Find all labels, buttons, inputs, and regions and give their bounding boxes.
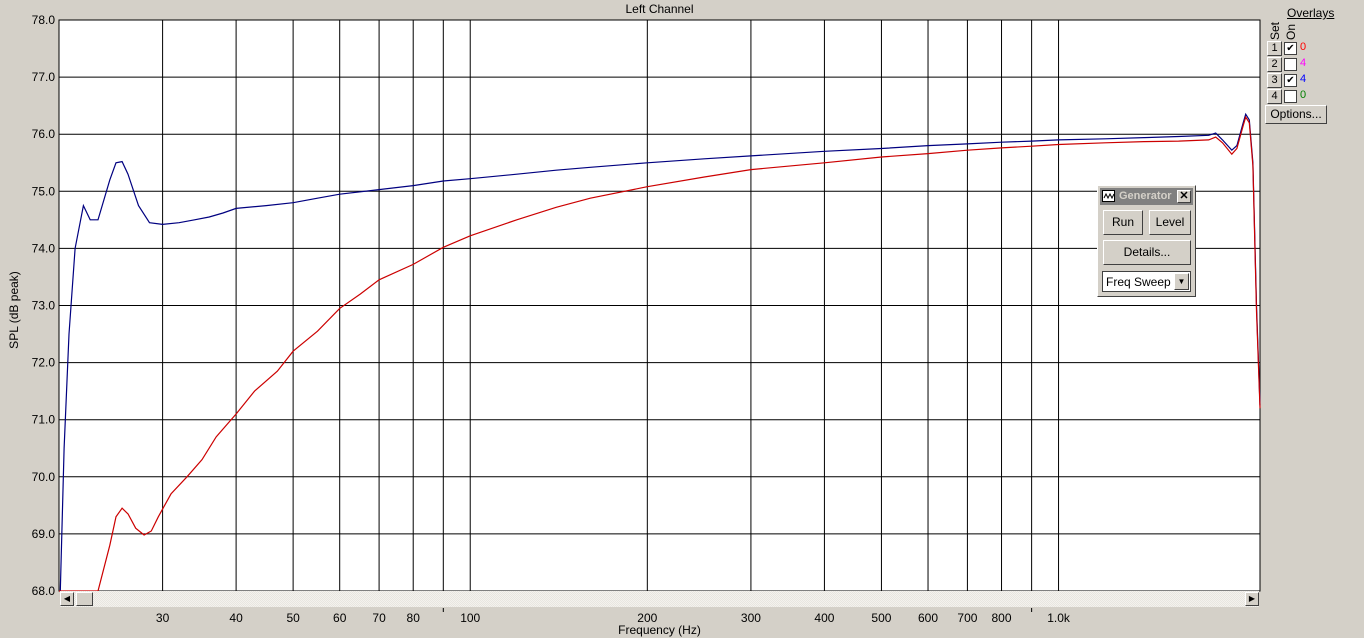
y-tick-label: 75.0 [32,184,56,198]
check-icon: ✔ [1286,75,1295,86]
overlay-set-button[interactable]: 3 [1267,73,1282,88]
y-axis-label: SPL (dB peak) [7,271,21,349]
overlay-on-checkbox[interactable] [1284,90,1297,103]
chevron-down-icon[interactable]: ▼ [1174,273,1189,290]
details-button[interactable]: Details... [1103,240,1191,265]
run-button[interactable]: Run [1103,210,1143,235]
y-tick-label: 69.0 [32,527,56,541]
level-button[interactable]: Level [1149,210,1191,235]
overlay-value: 0 [1300,41,1307,53]
waveform-icon [1102,190,1115,202]
scroll-left-button[interactable]: ◀ [60,592,74,606]
plot-area: 68.0 69.0 70.0 71.0 72.0 73.0 74.0 75.0 76.0 77.0… [32,13,1261,625]
overlay-on-header: On [1284,23,1298,40]
check-icon: ✔ [1286,43,1295,54]
sweep-mode-select[interactable]: Freq Sweep ▼ [1102,271,1191,292]
y-tick-label: 68.0 [32,584,56,598]
overlay-value: 0 [1300,89,1307,101]
y-tick-label: 71.0 [32,413,56,427]
x-axis-label: Frequency (Hz) [618,623,701,637]
overlay-set-button[interactable]: 1 [1267,41,1282,56]
scroll-thumb[interactable] [76,592,93,606]
y-tick-labels: 68.0 69.0 70.0 71.0 72.0 73.0 74.0 75.0 76.0 77.0… [32,13,56,598]
y-tick-label: 74.0 [32,241,56,255]
y-tick-label: 72.0 [32,356,56,370]
close-icon[interactable]: ✕ [1177,190,1191,203]
overlay-set-button[interactable]: 4 [1267,89,1282,104]
overlay-set-header: Set [1268,21,1282,40]
y-tick-label: 76.0 [32,127,56,141]
scroll-left-icon: ◀ [63,594,71,603]
overlay-on-checkbox[interactable]: ✔ [1284,42,1297,55]
overlay-on-checkbox[interactable]: ✔ [1284,74,1297,87]
overlay-value: 4 [1300,57,1307,69]
y-tick-label: 77.0 [32,70,56,84]
overlay-on-checkbox[interactable] [1284,58,1297,71]
horizontal-scroll-track[interactable] [60,591,1259,607]
overlay-set-button[interactable]: 2 [1267,57,1282,72]
y-tick-label: 78.0 [32,13,56,27]
generator-window: Generator ✕ Run Level Details... Freq Sw… [1097,185,1196,297]
generator-title: Generator [1119,190,1172,202]
scroll-right-icon: ▶ [1248,594,1256,603]
overlay-value: 4 [1300,73,1307,85]
y-tick-label: 73.0 [32,299,56,313]
sweep-mode-value: Freq Sweep [1106,275,1171,289]
generator-titlebar[interactable]: Generator ✕ [1100,188,1193,205]
options-button[interactable]: Options... [1265,105,1327,124]
overlays-title[interactable]: Overlays [1287,6,1334,20]
y-tick-label: 70.0 [32,470,56,484]
scroll-right-button[interactable]: ▶ [1245,592,1259,606]
